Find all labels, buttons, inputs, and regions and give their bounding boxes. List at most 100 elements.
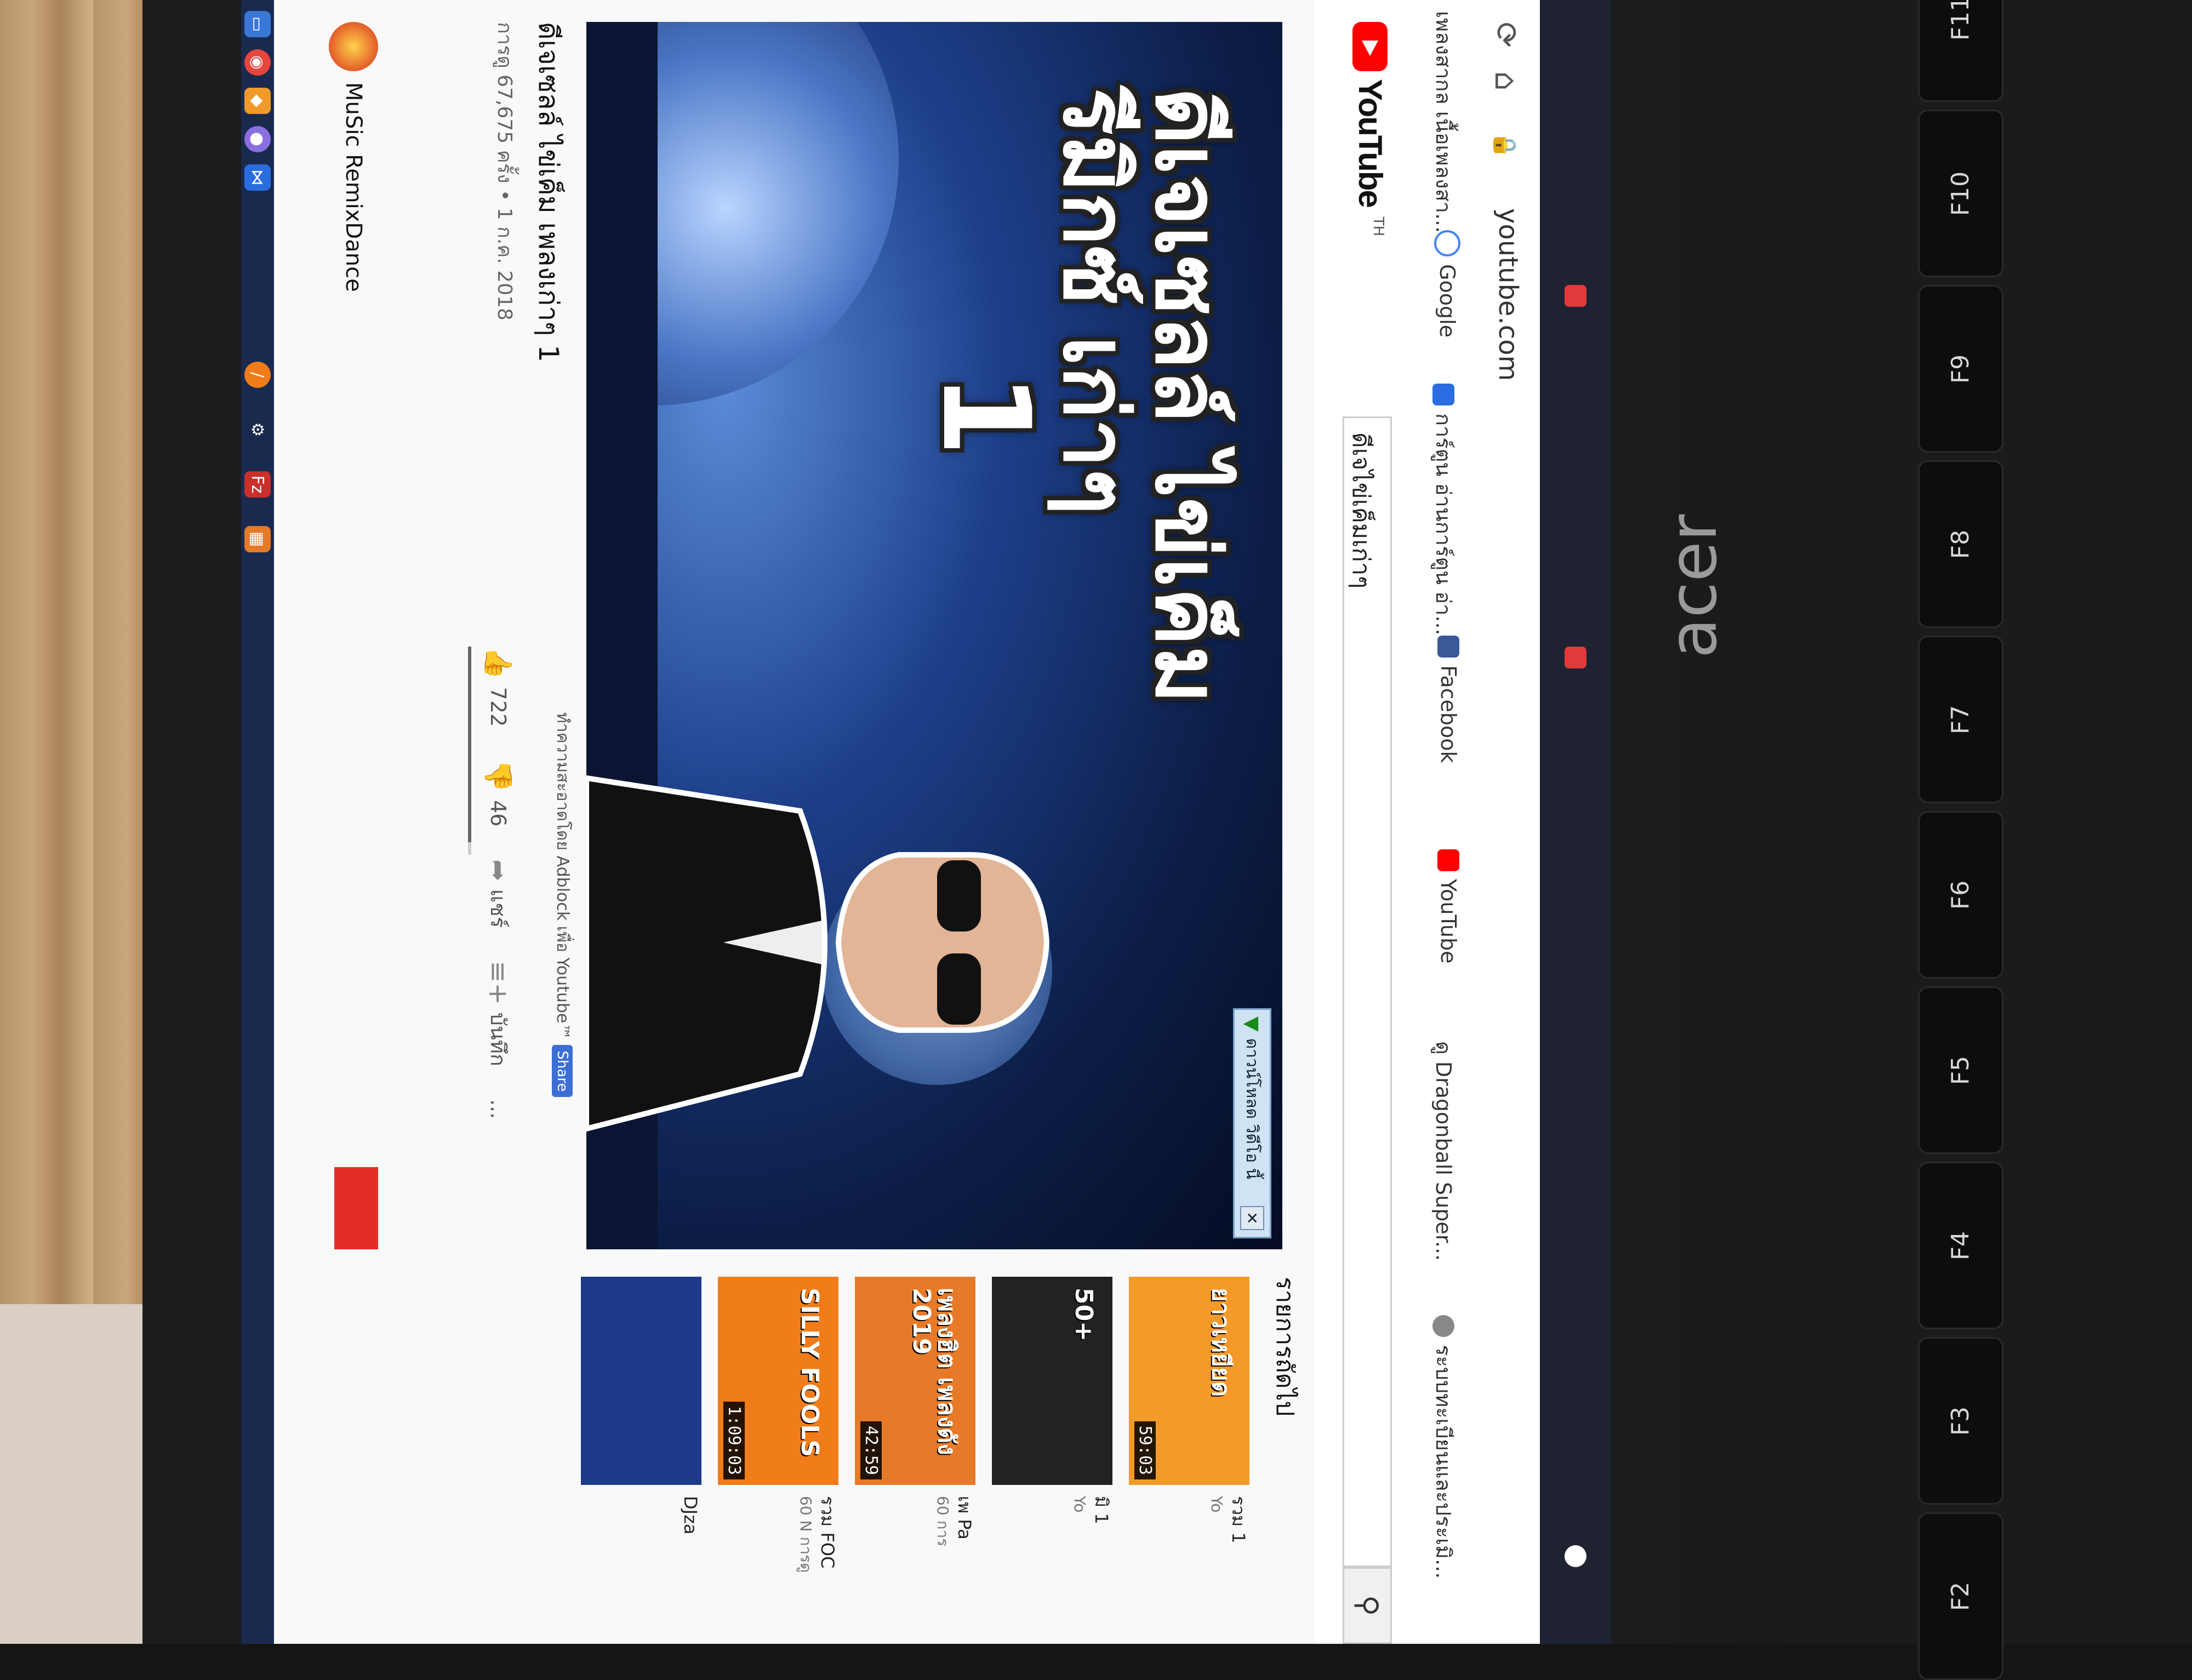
sidebar-video-info[interactable]: รวม FOC 60 N การดู — [796, 1496, 838, 1616]
bookmark-registry[interactable]: ระบบทะเบียนและประเมิ... — [1427, 1315, 1460, 1579]
video-thumbnail[interactable]: เพลงฮิต เพลงดัง 2019 42:59 — [855, 1277, 975, 1485]
search-input[interactable]: ดีเจไข่เค็มเก่าๆ — [1343, 416, 1392, 1567]
dj-portrait — [586, 775, 1050, 1133]
channel-row[interactable]: MuSic RemixDance — [329, 22, 378, 292]
wall-background — [0, 1304, 164, 1644]
adblock-share-button[interactable]: Share — [552, 1045, 573, 1098]
key-f9[interactable]: F9 — [1918, 285, 2003, 453]
playlist-add-icon: ≡+ — [483, 961, 514, 1005]
video-thumbnail[interactable]: ยาวเหยียด 59:03 — [1129, 1277, 1249, 1485]
taskbar: ▭ ◉ ◆ ● ⋈ / ⚙ Fz ▦ — [241, 0, 274, 1644]
search-icon: ⚲ — [1351, 1595, 1384, 1616]
more-button[interactable]: ... — [487, 1099, 511, 1119]
bookmark-youtube[interactable]: YouTube — [1436, 849, 1460, 964]
key-f6[interactable]: F6 — [1918, 811, 2003, 979]
sidebar-video-title: DJza — [680, 1496, 701, 1535]
subscribe-button[interactable] — [334, 1167, 378, 1249]
key-f4[interactable]: F4 — [1918, 1162, 2003, 1329]
tab-youtube-active[interactable] — [1565, 647, 1586, 668]
like-button[interactable]: 👍 722 — [483, 647, 514, 727]
filezilla-icon[interactable]: Fz — [244, 471, 271, 498]
up-next-label: รายการถัดไป — [1271, 1277, 1299, 1416]
bookmark-item[interactable]: เพลงสากล เนื้อเพลงสา... — [1427, 11, 1460, 233]
sidebar-video-info[interactable]: รวม 1 Yo — [1207, 1496, 1249, 1616]
like-ratio-fill — [468, 647, 471, 843]
thumbs-down-icon: 👎 — [483, 759, 513, 793]
reload-icon[interactable]: ⟳ — [1488, 22, 1523, 48]
dislike-button[interactable]: 👎 46 — [483, 759, 514, 826]
bookmark-google[interactable]: Google — [1434, 230, 1460, 338]
key-f8[interactable]: F8 — [1918, 460, 2003, 628]
tab-youtube[interactable] — [1565, 285, 1586, 307]
thumbnail-text: SILLY FOOLS — [796, 1288, 824, 1458]
video-player[interactable]: ดีเจเซลล์ ไข่เค็ม รีมิกซ์ เก่าๆ 1 ▼ ดาวน… — [586, 22, 1282, 1249]
chrome-icon[interactable]: ◉ — [244, 49, 271, 76]
video-title: ดีเจเซลล์ ไข่เค็ม เพลงเก่าๆ 1 — [533, 22, 564, 362]
search-button[interactable]: ⚲ — [1343, 1567, 1392, 1644]
like-ratio-bar — [468, 647, 471, 855]
sidebar-video-info[interactable]: เพ Pa 60 การ — [933, 1496, 975, 1616]
share-icon: ➦ — [483, 859, 514, 882]
youtube-header: YouTube TH ดีเจไข่เค็มเก่าๆ ⚲ — [1315, 0, 1419, 1644]
video-thumbnail[interactable] — [581, 1277, 701, 1485]
duration-badge: 1:09:03 — [723, 1401, 745, 1479]
video-actions: 👍 722 👎 46 ➦ แชร์ ≡+ บันทึก ... — [482, 647, 515, 1119]
bookmark-facebook[interactable]: Facebook — [1436, 636, 1460, 763]
bookmark-cartoon[interactable]: การ์ตูน อ่านการ์ตูน อ่า... — [1427, 384, 1460, 636]
bookmarks-bar: เพลงสากล เนื้อเพลงสา... Google การ์ตูน อ… — [1418, 0, 1474, 1644]
app-icon[interactable]: ● — [244, 126, 271, 152]
url-field[interactable]: youtube.com — [1493, 208, 1523, 381]
sidebar-video-meta: Yo — [1071, 1496, 1089, 1513]
video-thumbnail[interactable]: SILLY FOOLS 1:09:03 — [718, 1277, 838, 1485]
key-f3[interactable]: F3 — [1918, 1337, 2003, 1505]
browser-window: ⟳ ⌂ 🔒 youtube.com เพลงสากล เนื้อเพลงสา..… — [241, 0, 1611, 1644]
thumbnail-text: ยาวเหยียด — [1207, 1288, 1235, 1397]
sidebar-video-info[interactable]: DJza — [678, 1496, 701, 1616]
avatar[interactable] — [329, 22, 378, 71]
function-key-row: F2 F3 F4 F5 F6 F7 F8 F9 F10 F11 — [1918, 0, 2148, 1680]
laptop-screen: ⟳ ⌂ 🔒 youtube.com เพลงสากล เนื้อเพลงสา..… — [241, 0, 1611, 1644]
settings-icon[interactable]: ⚙ — [244, 416, 271, 443]
video-info: ดีเจเซลล์ ไข่เค็ม เพลงเก่าๆ 1 การดู 67,6… — [269, 22, 575, 1249]
youtube-logo[interactable]: YouTube TH — [1351, 22, 1389, 236]
key-f11[interactable]: F11 — [1918, 0, 2003, 102]
download-video-bar[interactable]: ▼ ดาวน์โหลด วิดีโอ นี้ ✕ — [1233, 1008, 1271, 1238]
key-f2[interactable]: F2 — [1918, 1512, 2003, 1680]
acer-logo: acer — [1655, 514, 1732, 659]
key-f5[interactable]: F5 — [1918, 986, 2003, 1154]
sidebar-video-info[interactable]: มิ 1 Yo — [1070, 1496, 1112, 1616]
app-icon[interactable]: ◆ — [244, 88, 271, 114]
sidebar-video-meta: 60 การ — [934, 1496, 952, 1547]
winrar-icon[interactable]: ▦ — [244, 526, 271, 552]
key-f7[interactable]: F7 — [1918, 636, 2003, 803]
address-bar: ⟳ ⌂ 🔒 youtube.com — [1473, 0, 1540, 1644]
video-thumbnail[interactable]: 50+ — [992, 1277, 1112, 1485]
facebook-icon — [1437, 636, 1459, 658]
view-count: การดู 67,675 ครั้ง • 1 ก.ค. 2018 — [493, 22, 516, 321]
bookmark-dragonball[interactable]: ดู Dragonball Super... — [1427, 1041, 1460, 1261]
tab-google[interactable] — [1565, 1545, 1586, 1567]
duration-badge: 59:03 — [1134, 1421, 1156, 1479]
close-icon[interactable]: ✕ — [1240, 1206, 1264, 1230]
save-button[interactable]: ≡+ บันทึก — [482, 961, 515, 1066]
youtube-icon — [1437, 849, 1459, 871]
site-icon — [1432, 384, 1455, 405]
sidebar-video-title: มิ 1 — [1091, 1496, 1112, 1524]
thumbnail-text: เพลงฮิต เพลงดัง 2019 — [907, 1288, 961, 1455]
up-next-sidebar: รายการถัดไป ยาวเหยียด 59:03 รวม 1 Yo 50+ มิ 1… — [241, 1277, 1304, 1616]
duration-badge: 42:59 — [860, 1421, 882, 1479]
lock-icon: 🔒 — [1492, 132, 1517, 159]
key-f10[interactable]: F10 — [1918, 110, 2003, 277]
youtube-play-icon — [1352, 22, 1388, 71]
share-button[interactable]: ➦ แชร์ — [482, 859, 515, 928]
download-arrow-icon: ▼ — [1241, 1016, 1264, 1032]
app-icon[interactable]: / — [244, 362, 271, 388]
tab-strip — [1540, 0, 1611, 1644]
vscode-icon[interactable]: ⋈ — [244, 164, 271, 191]
file-explorer-icon[interactable]: ▭ — [244, 11, 271, 37]
sidebar-video-meta: 60 N การดู — [797, 1496, 815, 1573]
sidebar-video-title: รวม 1 — [1228, 1496, 1249, 1544]
home-icon[interactable]: ⌂ — [1488, 71, 1523, 91]
google-icon — [1434, 230, 1460, 256]
globe-icon — [1432, 1315, 1455, 1337]
